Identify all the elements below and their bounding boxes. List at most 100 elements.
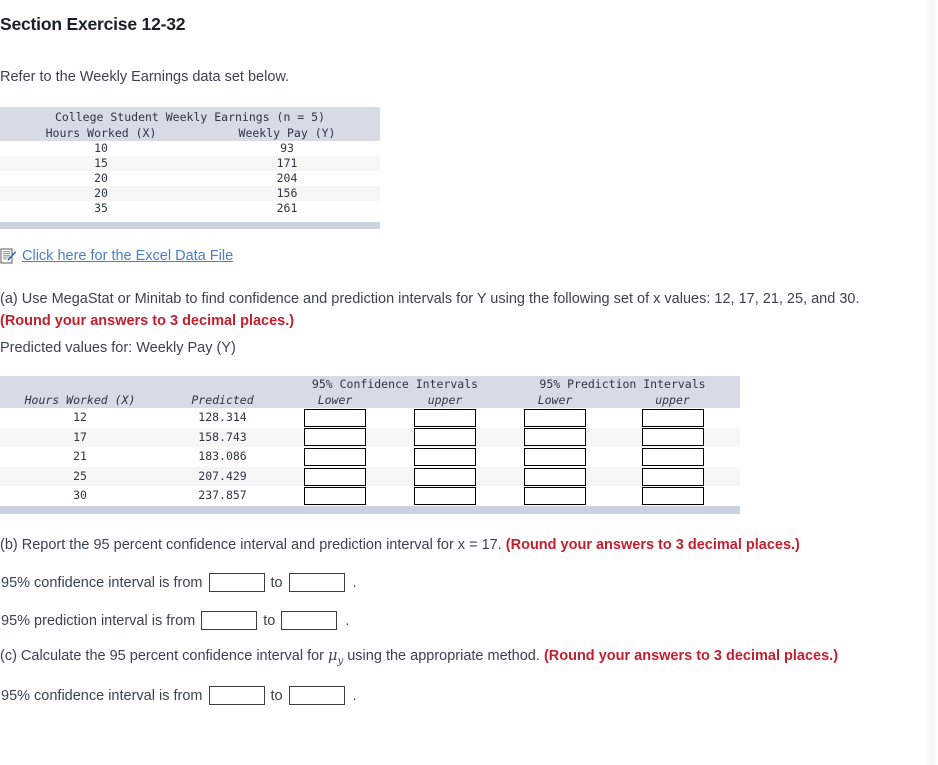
results-cell-predicted: 183.086 (160, 447, 285, 467)
page-title: Section Exercise 12-32 (0, 14, 186, 34)
results-cell-predicted: 158.743 (160, 427, 285, 448)
results-table: 95% Confidence Intervals 95% Prediction … (0, 376, 740, 514)
conf-lower-input[interactable] (304, 467, 366, 486)
conf-lower-input[interactable] (304, 428, 366, 447)
pred-upper-input[interactable] (641, 487, 704, 506)
dataset-footer-band (0, 222, 380, 229)
pred-lower-input[interactable] (524, 428, 586, 447)
conf-lower-input[interactable] (304, 487, 366, 506)
prediction-interval-prefix: 95% prediction interval is from (1, 612, 196, 629)
pred-upper-input[interactable] (641, 447, 704, 466)
conf-lower-input[interactable] (304, 447, 366, 466)
results-cell-predicted: 207.429 (160, 466, 285, 487)
mu-y-symbol: μy (328, 648, 343, 667)
dataset-cell-x: 35 (0, 201, 194, 216)
table-row: 12 128.314 (0, 408, 740, 428)
predicted-values-label: Predicted values for: Weekly Pay (Y) (0, 340, 236, 356)
conf-upper-input[interactable] (414, 428, 476, 447)
period: . (352, 574, 357, 591)
question-b-text: (b) Report the 95 percent confidence int… (0, 537, 502, 553)
dataset-cell-y: 261 (194, 201, 380, 216)
question-b-prediction-line: 95% prediction interval is from to . (0, 611, 349, 630)
question-a: (a) Use MegaStat or Minitab to find conf… (0, 288, 930, 333)
excel-data-file-link[interactable]: Click here for the Excel Data File (22, 248, 233, 264)
period: . (352, 687, 357, 704)
results-col-header-pred-upper: upper (655, 393, 690, 407)
dataset-cell-x: 10 (0, 141, 194, 156)
pred-upper-input[interactable] (641, 428, 704, 447)
question-c-confidence-line: 95% confidence interval is from to . (0, 686, 357, 705)
to-word: to (270, 687, 283, 704)
question-b-round-note: (Round your answers to 3 decimal places.… (505, 537, 800, 553)
confidence-intervals-group-header: 95% Confidence Intervals (311, 377, 479, 391)
pred-lower-input[interactable] (524, 447, 586, 466)
results-footer-band (0, 505, 740, 514)
panel-right-shadow (924, 0, 938, 765)
pred-upper-input[interactable] (641, 408, 704, 427)
question-a-round-note: (Round your answers to 3 decimal places.… (0, 313, 295, 330)
results-col-header-conf-lower: Lower (317, 393, 353, 407)
question-c-text-before: (c) Calculate the 95 percent confidence … (0, 648, 329, 664)
pred-lower-input[interactable] (524, 408, 586, 427)
results-cell-predicted: 128.314 (160, 408, 285, 428)
dataset-cell-x: 15 (0, 156, 194, 171)
question-c-round-note: (Round your answers to 3 decimal places.… (543, 648, 839, 664)
dataset-title-row: College Student Weekly Earnings (n = 5) (0, 107, 380, 126)
pred-lower-input[interactable] (524, 487, 586, 506)
conf-lower-input[interactable] (304, 408, 366, 427)
dataset-col-header-y: Weekly Pay (Y) (238, 126, 336, 140)
period: . (345, 612, 350, 629)
dataset-cell-x: 20 (0, 171, 194, 186)
question-b: (b) Report the 95 percent confidence int… (0, 537, 800, 553)
prediction-interval-from-input[interactable] (201, 611, 258, 630)
question-c-text-after: using the appropriate method. (343, 648, 540, 664)
table-row: 35 261 (0, 201, 380, 216)
results-cell-x: 12 (0, 408, 160, 428)
confidence-interval-to-input[interactable] (288, 686, 345, 705)
question-b-confidence-line: 95% confidence interval is from to . (0, 573, 357, 592)
results-cell-x: 17 (0, 427, 160, 448)
table-row: 21 183.086 (0, 447, 740, 467)
table-row: 15 171 (0, 156, 380, 171)
table-row: 10 93 (0, 141, 380, 156)
dataset-header-row: Hours Worked (X) Weekly Pay (Y) (0, 126, 380, 141)
conf-upper-input[interactable] (414, 467, 476, 486)
dataset-cell-x: 20 (0, 186, 194, 201)
dataset-cell-y: 204 (194, 171, 380, 186)
dataset-cell-y: 93 (194, 141, 380, 156)
dataset-cell-y: 171 (194, 156, 380, 171)
conf-upper-input[interactable] (414, 447, 476, 466)
results-cell-x: 30 (0, 486, 160, 506)
dataset-col-header-x: Hours Worked (X) (45, 126, 157, 140)
pred-lower-input[interactable] (524, 467, 586, 486)
dataset-title: College Student Weekly Earnings (n = 5) (54, 110, 326, 124)
table-row: 30 237.857 (0, 486, 740, 506)
table-row: 25 207.429 (0, 466, 740, 487)
results-column-header-row: Hours Worked (X) Predicted Lower upper L… (0, 392, 740, 408)
results-col-header-predicted: Predicted (191, 393, 254, 407)
confidence-interval-from-input[interactable] (208, 573, 265, 592)
pred-upper-input[interactable] (641, 467, 704, 486)
confidence-interval-prefix: 95% confidence interval is from (1, 687, 203, 704)
confidence-interval-from-input[interactable] (208, 686, 265, 705)
conf-upper-input[interactable] (414, 487, 476, 506)
conf-upper-input[interactable] (414, 408, 476, 427)
results-group-header-row: 95% Confidence Intervals 95% Prediction … (0, 376, 740, 392)
excel-data-file-link-row[interactable]: Click here for the Excel Data File (0, 248, 233, 264)
results-cell-x: 21 (0, 447, 160, 467)
question-c: (c) Calculate the 95 percent confidence … (0, 648, 838, 667)
table-row: 20 204 (0, 171, 380, 186)
question-a-text: (a) Use MegaStat or Minitab to find conf… (0, 291, 860, 307)
to-word: to (270, 574, 283, 591)
results-cell-x: 25 (0, 466, 160, 487)
intro-text: Refer to the Weekly Earnings data set be… (0, 69, 290, 85)
prediction-interval-to-input[interactable] (281, 611, 338, 630)
results-col-header-x: Hours Worked (X) (24, 393, 136, 407)
results-cell-predicted: 237.857 (160, 486, 285, 506)
results-col-header-pred-lower: Lower (537, 393, 573, 407)
table-row: 20 156 (0, 186, 380, 201)
confidence-interval-to-input[interactable] (288, 573, 345, 592)
confidence-interval-prefix: 95% confidence interval is from (1, 574, 203, 591)
to-word: to (263, 612, 276, 629)
table-row: 17 158.743 (0, 427, 740, 448)
